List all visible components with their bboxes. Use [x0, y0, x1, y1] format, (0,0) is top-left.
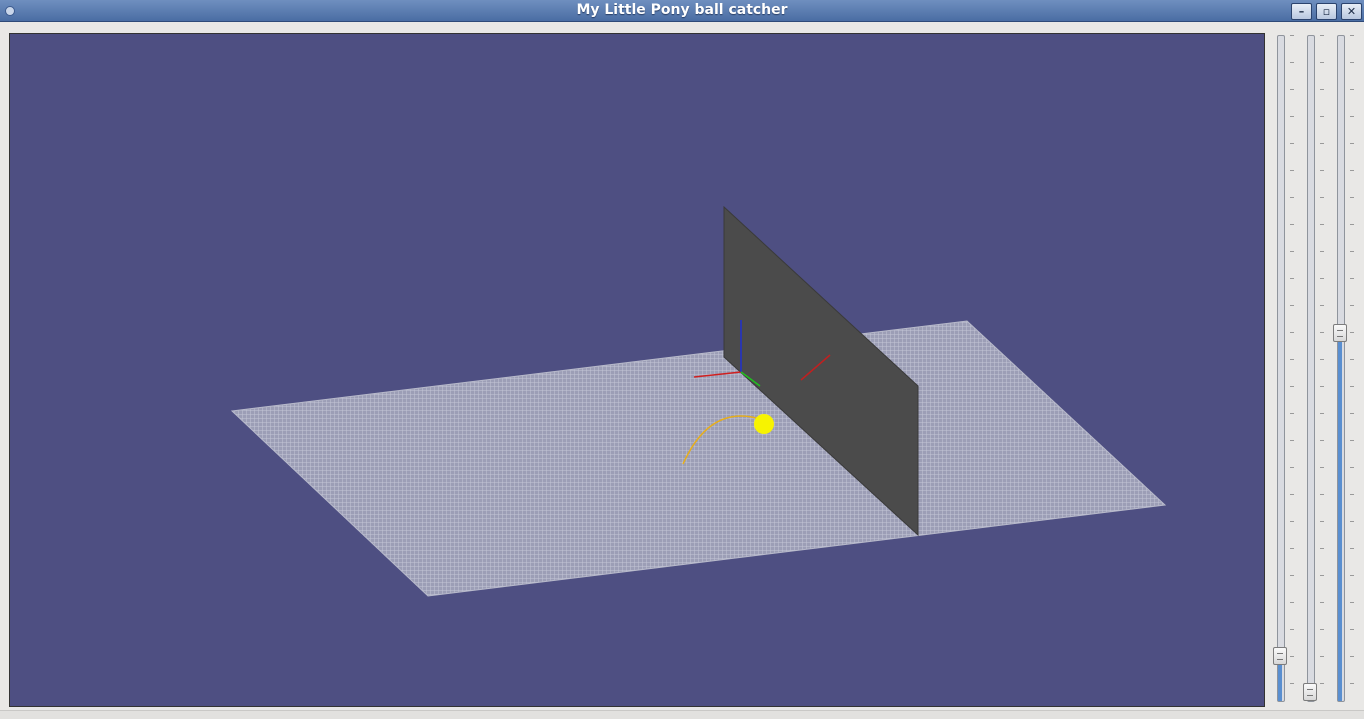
window-title: My Little Pony ball catcher	[576, 2, 788, 18]
slider-2-ticks	[1320, 35, 1324, 702]
slider-2-handle[interactable]	[1303, 683, 1317, 701]
slider-1-track[interactable]	[1277, 35, 1285, 702]
slider-3-handle[interactable]	[1333, 324, 1347, 342]
slider-2-track[interactable]	[1307, 35, 1315, 702]
floor-grid	[230, 320, 1167, 597]
close-button[interactable]: ✕	[1341, 3, 1362, 20]
slider-3-fill	[1338, 335, 1342, 701]
slider-3-ticks	[1350, 35, 1354, 702]
3d-viewport[interactable]	[9, 33, 1265, 707]
slider-2[interactable]	[1303, 35, 1324, 702]
title-bar[interactable]: My Little Pony ball catcher – ▫ ✕	[0, 0, 1364, 22]
ball	[754, 414, 774, 434]
scene-canvas	[230, 205, 1167, 597]
slider-1[interactable]	[1273, 35, 1294, 702]
minimize-button[interactable]: –	[1291, 3, 1312, 20]
maximize-button[interactable]: ▫	[1316, 3, 1337, 20]
slider-1-ticks	[1290, 35, 1294, 702]
slider-1-handle[interactable]	[1273, 647, 1287, 665]
slider-3[interactable]	[1333, 35, 1354, 702]
